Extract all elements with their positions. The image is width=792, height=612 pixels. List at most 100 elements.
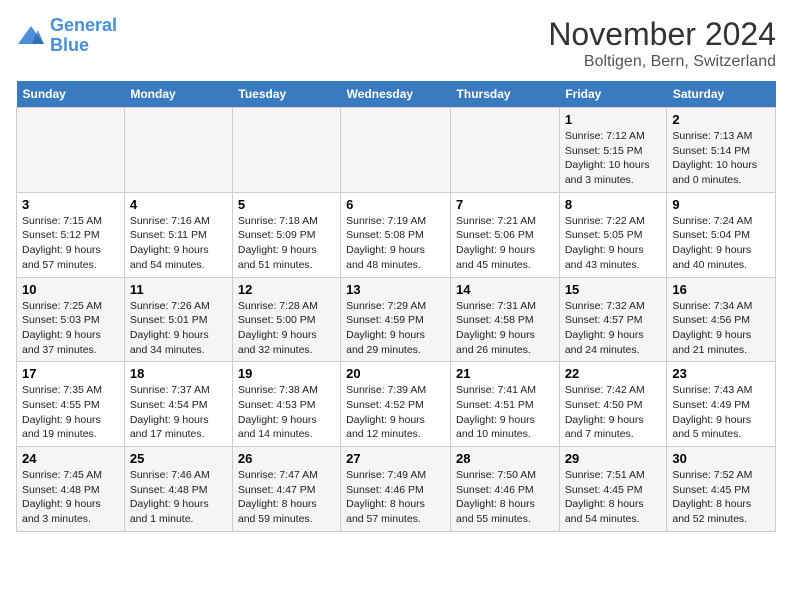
- day-info: Sunrise: 7:41 AM Sunset: 4:51 PM Dayligh…: [456, 383, 554, 442]
- calendar-cell: 23 Sunrise: 7:43 AM Sunset: 4:49 PM Dayli…: [667, 362, 776, 447]
- day-info: Sunrise: 7:51 AM Sunset: 4:45 PM Dayligh…: [565, 468, 662, 527]
- calendar-cell: 14 Sunrise: 7:31 AM Sunset: 4:58 PM Dayli…: [451, 277, 560, 362]
- day-number: 4: [130, 197, 227, 212]
- calendar-cell: [341, 108, 451, 193]
- weekday-header-monday: Monday: [124, 81, 232, 108]
- calendar-cell: 21 Sunrise: 7:41 AM Sunset: 4:51 PM Dayli…: [451, 362, 560, 447]
- day-number: 17: [22, 366, 119, 381]
- calendar-week-4: 17 Sunrise: 7:35 AM Sunset: 4:55 PM Dayli…: [17, 362, 776, 447]
- day-number: 19: [238, 366, 335, 381]
- day-info: Sunrise: 7:19 AM Sunset: 5:08 PM Dayligh…: [346, 214, 445, 273]
- day-info: Sunrise: 7:22 AM Sunset: 5:05 PM Dayligh…: [565, 214, 662, 273]
- calendar-cell: 22 Sunrise: 7:42 AM Sunset: 4:50 PM Dayli…: [559, 362, 667, 447]
- calendar-cell: 17 Sunrise: 7:35 AM Sunset: 4:55 PM Dayli…: [17, 362, 125, 447]
- day-info: Sunrise: 7:45 AM Sunset: 4:48 PM Dayligh…: [22, 468, 119, 527]
- calendar-cell: [451, 108, 560, 193]
- calendar-cell: 19 Sunrise: 7:38 AM Sunset: 4:53 PM Dayli…: [232, 362, 340, 447]
- day-number: 3: [22, 197, 119, 212]
- day-info: Sunrise: 7:50 AM Sunset: 4:46 PM Dayligh…: [456, 468, 554, 527]
- calendar-cell: 11Sunrise: 7:26 AM Sunset: 5:01 PM Dayli…: [124, 277, 232, 362]
- calendar-cell: 25 Sunrise: 7:46 AM Sunset: 4:48 PM Dayli…: [124, 447, 232, 532]
- weekday-header-wednesday: Wednesday: [341, 81, 451, 108]
- calendar-cell: 3 Sunrise: 7:15 AM Sunset: 5:12 PM Daylig…: [17, 192, 125, 277]
- day-info: Sunrise: 7:49 AM Sunset: 4:46 PM Dayligh…: [346, 468, 445, 527]
- calendar-cell: 16 Sunrise: 7:34 AM Sunset: 4:56 PM Dayli…: [667, 277, 776, 362]
- day-number: 2: [672, 112, 770, 127]
- calendar-week-5: 24 Sunrise: 7:45 AM Sunset: 4:48 PM Dayli…: [17, 447, 776, 532]
- weekday-header-thursday: Thursday: [451, 81, 560, 108]
- calendar-cell: 29 Sunrise: 7:51 AM Sunset: 4:45 PM Dayli…: [559, 447, 667, 532]
- day-info: Sunrise: 7:28 AM Sunset: 5:00 PM Dayligh…: [238, 299, 335, 358]
- day-number: 28: [456, 451, 554, 466]
- weekday-header-row: SundayMondayTuesdayWednesdayThursdayFrid…: [17, 81, 776, 108]
- day-number: 1: [565, 112, 662, 127]
- day-info: Sunrise: 7:46 AM Sunset: 4:48 PM Dayligh…: [130, 468, 227, 527]
- day-number: 13: [346, 282, 445, 297]
- day-info: Sunrise: 7:47 AM Sunset: 4:47 PM Dayligh…: [238, 468, 335, 527]
- calendar-cell: 10Sunrise: 7:25 AM Sunset: 5:03 PM Dayli…: [17, 277, 125, 362]
- calendar-cell: 15 Sunrise: 7:32 AM Sunset: 4:57 PM Dayli…: [559, 277, 667, 362]
- calendar-cell: 18Sunrise: 7:37 AM Sunset: 4:54 PM Dayli…: [124, 362, 232, 447]
- day-info: Sunrise: 7:12 AM Sunset: 5:15 PM Dayligh…: [565, 129, 662, 188]
- calendar-cell: [232, 108, 340, 193]
- calendar-cell: 9Sunrise: 7:24 AM Sunset: 5:04 PM Daylig…: [667, 192, 776, 277]
- day-info: Sunrise: 7:38 AM Sunset: 4:53 PM Dayligh…: [238, 383, 335, 442]
- weekday-header-friday: Friday: [559, 81, 667, 108]
- day-info: Sunrise: 7:39 AM Sunset: 4:52 PM Dayligh…: [346, 383, 445, 442]
- day-info: Sunrise: 7:32 AM Sunset: 4:57 PM Dayligh…: [565, 299, 662, 358]
- day-info: Sunrise: 7:34 AM Sunset: 4:56 PM Dayligh…: [672, 299, 770, 358]
- calendar-cell: [17, 108, 125, 193]
- day-number: 25: [130, 451, 227, 466]
- day-number: 6: [346, 197, 445, 212]
- calendar-cell: 4 Sunrise: 7:16 AM Sunset: 5:11 PM Daylig…: [124, 192, 232, 277]
- day-info: Sunrise: 7:24 AM Sunset: 5:04 PM Dayligh…: [672, 214, 770, 273]
- day-number: 27: [346, 451, 445, 466]
- day-number: 29: [565, 451, 662, 466]
- day-number: 23: [672, 366, 770, 381]
- logo-icon: [16, 24, 46, 48]
- logo: General Blue: [16, 16, 117, 56]
- weekday-header-saturday: Saturday: [667, 81, 776, 108]
- day-number: 14: [456, 282, 554, 297]
- calendar-table: SundayMondayTuesdayWednesdayThursdayFrid…: [16, 81, 776, 532]
- calendar-cell: 6 Sunrise: 7:19 AM Sunset: 5:08 PM Daylig…: [341, 192, 451, 277]
- day-info: Sunrise: 7:42 AM Sunset: 4:50 PM Dayligh…: [565, 383, 662, 442]
- day-info: Sunrise: 7:26 AM Sunset: 5:01 PM Dayligh…: [130, 299, 227, 358]
- calendar-cell: 5 Sunrise: 7:18 AM Sunset: 5:09 PM Daylig…: [232, 192, 340, 277]
- day-info: Sunrise: 7:13 AM Sunset: 5:14 PM Dayligh…: [672, 129, 770, 188]
- calendar-cell: 7 Sunrise: 7:21 AM Sunset: 5:06 PM Daylig…: [451, 192, 560, 277]
- logo-text: General Blue: [50, 16, 117, 56]
- header: General Blue November 2024 Boltigen, Ber…: [16, 16, 776, 71]
- day-number: 12: [238, 282, 335, 297]
- day-number: 15: [565, 282, 662, 297]
- month-title: November 2024: [548, 16, 776, 53]
- day-number: 30: [672, 451, 770, 466]
- day-number: 20: [346, 366, 445, 381]
- day-info: Sunrise: 7:31 AM Sunset: 4:58 PM Dayligh…: [456, 299, 554, 358]
- calendar-cell: 20 Sunrise: 7:39 AM Sunset: 4:52 PM Dayli…: [341, 362, 451, 447]
- calendar-cell: 30 Sunrise: 7:52 AM Sunset: 4:45 PM Dayli…: [667, 447, 776, 532]
- title-area: November 2024 Boltigen, Bern, Switzerlan…: [548, 16, 776, 71]
- day-info: Sunrise: 7:52 AM Sunset: 4:45 PM Dayligh…: [672, 468, 770, 527]
- day-number: 10: [22, 282, 119, 297]
- day-number: 7: [456, 197, 554, 212]
- day-info: Sunrise: 7:43 AM Sunset: 4:49 PM Dayligh…: [672, 383, 770, 442]
- day-number: 16: [672, 282, 770, 297]
- day-info: Sunrise: 7:21 AM Sunset: 5:06 PM Dayligh…: [456, 214, 554, 273]
- calendar-cell: 1 Sunrise: 7:12 AM Sunset: 5:15 PM Daylig…: [559, 108, 667, 193]
- day-number: 5: [238, 197, 335, 212]
- day-number: 21: [456, 366, 554, 381]
- day-info: Sunrise: 7:35 AM Sunset: 4:55 PM Dayligh…: [22, 383, 119, 442]
- calendar-week-1: 1 Sunrise: 7:12 AM Sunset: 5:15 PM Daylig…: [17, 108, 776, 193]
- day-number: 22: [565, 366, 662, 381]
- day-info: Sunrise: 7:15 AM Sunset: 5:12 PM Dayligh…: [22, 214, 119, 273]
- day-info: Sunrise: 7:29 AM Sunset: 4:59 PM Dayligh…: [346, 299, 445, 358]
- calendar-week-3: 10Sunrise: 7:25 AM Sunset: 5:03 PM Dayli…: [17, 277, 776, 362]
- day-number: 24: [22, 451, 119, 466]
- day-info: Sunrise: 7:18 AM Sunset: 5:09 PM Dayligh…: [238, 214, 335, 273]
- calendar-cell: 26Sunrise: 7:47 AM Sunset: 4:47 PM Dayli…: [232, 447, 340, 532]
- day-info: Sunrise: 7:16 AM Sunset: 5:11 PM Dayligh…: [130, 214, 227, 273]
- calendar-cell: 8Sunrise: 7:22 AM Sunset: 5:05 PM Daylig…: [559, 192, 667, 277]
- calendar-cell: 2 Sunrise: 7:13 AM Sunset: 5:14 PM Daylig…: [667, 108, 776, 193]
- day-number: 18: [130, 366, 227, 381]
